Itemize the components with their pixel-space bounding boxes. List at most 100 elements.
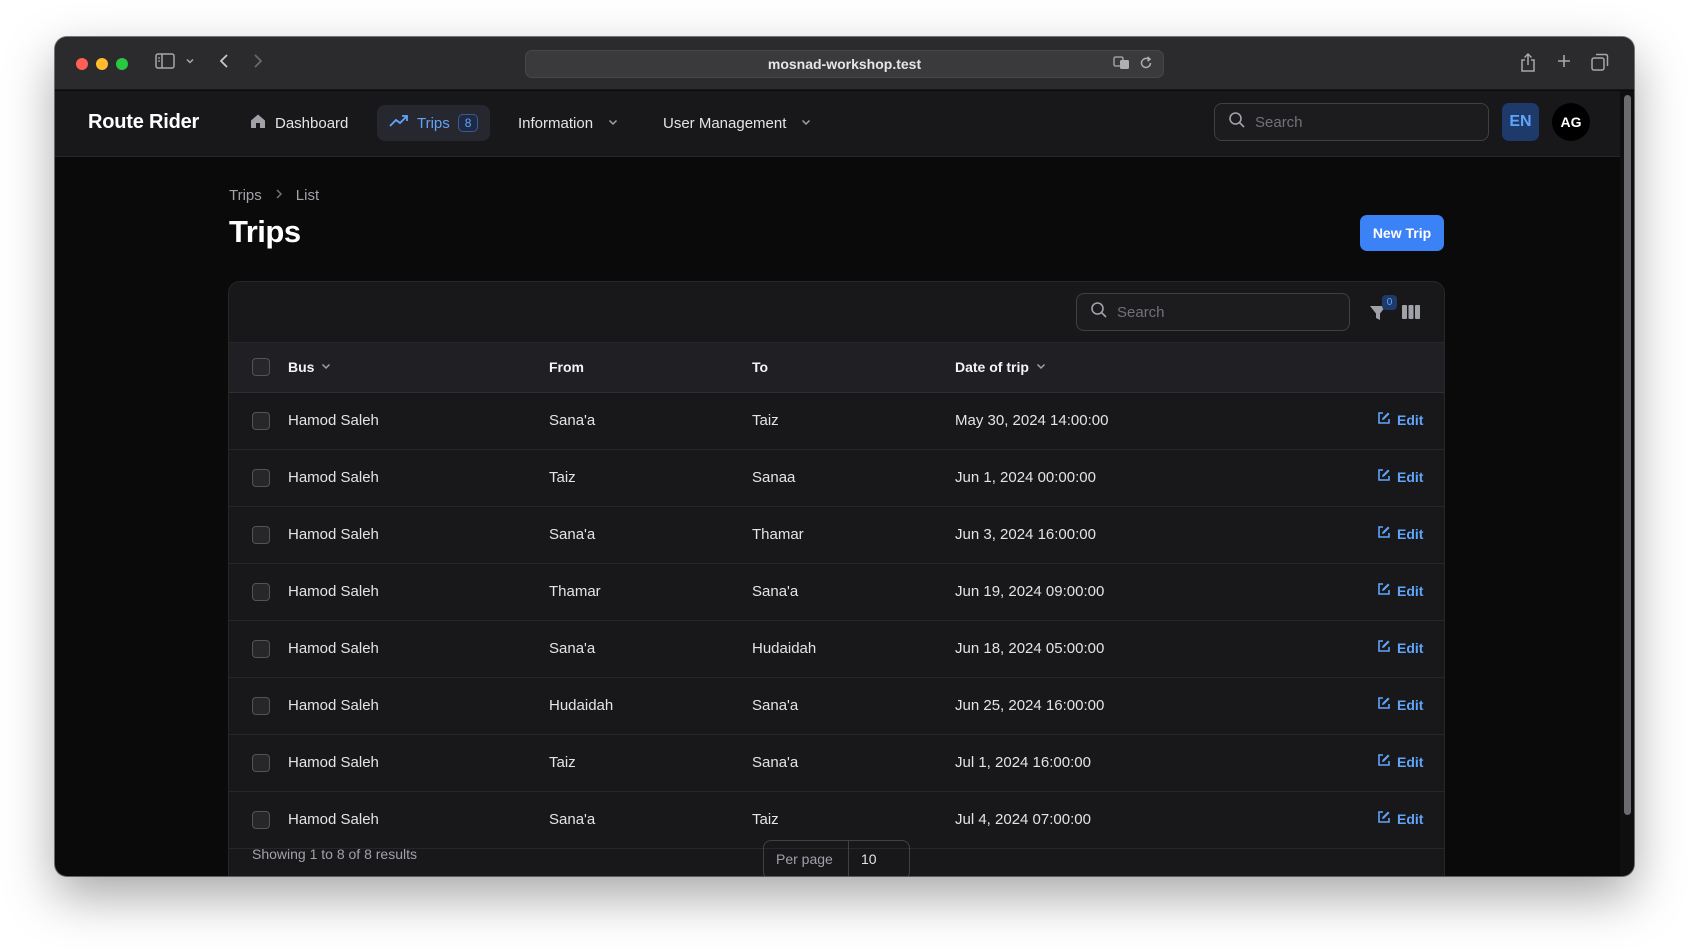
edit-icon [1377,582,1391,599]
edit-button[interactable]: Edit [1377,753,1423,770]
pagination-summary: Showing 1 to 8 of 8 results [252,846,417,862]
column-header-bus[interactable]: Bus [288,359,332,375]
chevron-down-icon [320,359,332,375]
cell-from: Hudaidah [549,697,614,714]
table-row[interactable]: Hamod Saleh Taiz Sana'a Jul 1, 2024 16:00:0… [229,735,1444,792]
row-checkbox[interactable] [252,526,270,544]
browser-titlebar: mosnad-workshop.test [55,37,1634,90]
tab-overview-icon[interactable] [1591,53,1609,71]
breadcrumb-trips[interactable]: Trips [229,187,262,204]
cell-from: Sana'a [549,640,596,657]
cell-date: Jul 4, 2024 07:00:00 [955,811,1091,828]
share-icon[interactable] [1520,53,1536,73]
cell-date: Jun 1, 2024 00:00:00 [955,469,1096,486]
cell-date: Jun 18, 2024 05:00:00 [955,640,1105,657]
cell-bus: Hamod Saleh [288,469,379,486]
breadcrumb: Trips List [229,187,319,204]
new-tab-icon[interactable] [1556,53,1572,69]
cell-to: Sana'a [752,754,799,771]
per-page-value: 10 [861,851,877,867]
edit-label: Edit [1397,525,1424,542]
address-bar[interactable]: mosnad-workshop.test [525,50,1164,78]
chevron-down-icon [800,115,812,132]
cell-bus: Hamod Saleh [288,526,379,543]
browser-window: mosnad-workshop.test Route Rider Dashboa… [55,37,1634,876]
chevron-right-icon [274,187,284,204]
table-row[interactable]: Hamod Saleh Hudaidah Sana'a Jun 25, 2024 16… [229,678,1444,735]
trips-table-card: Search 0 Bus From To Date of trip Hamod … [228,281,1445,876]
new-trip-button[interactable]: New Trip [1360,215,1444,251]
edit-label: Edit [1397,639,1424,656]
cell-bus: Hamod Saleh [288,697,379,714]
cell-date: May 30, 2024 14:00:00 [955,412,1109,429]
edit-icon [1377,639,1391,656]
chevron-down-icon[interactable] [185,56,195,66]
row-checkbox[interactable] [252,583,270,601]
edit-button[interactable]: Edit [1377,582,1423,599]
edit-icon [1377,810,1391,827]
edit-button[interactable]: Edit [1377,468,1423,485]
edit-button[interactable]: Edit [1377,696,1423,713]
select-all-checkbox[interactable] [252,358,270,376]
table-header: Bus From To Date of trip [229,343,1444,393]
chevron-down-icon [607,115,619,132]
row-checkbox[interactable] [252,412,270,430]
global-search-placeholder: Search [1255,113,1303,131]
edit-icon [1377,468,1391,485]
table-row[interactable]: Hamod Saleh Sana'a Thamar Jun 3, 2024 16:00… [229,507,1444,564]
language-switcher[interactable]: EN [1502,103,1539,141]
nav-user-management[interactable]: User Management [651,105,824,141]
page-scrollbar[interactable] [1620,91,1634,876]
search-icon [1228,111,1246,133]
edit-button[interactable]: Edit [1377,639,1423,656]
cell-from: Taiz [549,469,576,486]
column-header-date[interactable]: Date of trip [955,359,1047,375]
row-checkbox[interactable] [252,469,270,487]
cell-to: Sana'a [752,697,799,714]
column-header-date-label: Date of trip [955,359,1029,375]
table-row[interactable]: Hamod Saleh Sana'a Taiz May 30, 2024 14:00:… [229,393,1444,450]
cell-to: Sanaa [752,469,796,486]
nav-information-label: Information [518,114,594,132]
minimize-window-button[interactable] [96,58,108,70]
search-icon [1090,301,1108,323]
row-checkbox[interactable] [252,811,270,829]
cell-to: Thamar [752,526,804,543]
column-header-bus-label: Bus [288,359,315,375]
table-search-input[interactable]: Search [1076,293,1350,331]
back-icon[interactable] [218,53,230,69]
close-window-button[interactable] [76,58,88,70]
table-row[interactable]: Hamod Saleh Taiz Sanaa Jun 1, 2024 00:00:00… [229,450,1444,507]
edit-button[interactable]: Edit [1377,525,1423,542]
scrollbar-thumb[interactable] [1624,95,1631,815]
forward-icon[interactable] [252,53,264,69]
column-header-to: To [752,359,769,375]
nav-dashboard[interactable]: Dashboard [237,105,360,141]
page-title: Trips [229,214,301,249]
nav-information[interactable]: Information [506,105,631,141]
translate-icon[interactable] [1113,56,1131,73]
row-checkbox[interactable] [252,640,270,658]
table-row[interactable]: Hamod Saleh Thamar Sana'a Jun 19, 2024 09:0… [229,564,1444,621]
reload-icon[interactable] [1139,56,1153,73]
zoom-window-button[interactable] [116,58,128,70]
sidebar-toggle-icon[interactable] [155,53,175,69]
per-page-select[interactable]: Per page 10 [763,840,910,876]
user-avatar[interactable]: AG [1552,103,1590,141]
table-footer: Showing 1 to 8 of 8 results Per page 10 [229,830,1444,876]
edit-button[interactable]: Edit [1377,411,1423,428]
cell-from: Thamar [549,583,601,600]
table-row[interactable]: Hamod Saleh Sana'a Hudaidah Jun 18, 2024 05… [229,621,1444,678]
edit-label: Edit [1397,810,1424,827]
row-checkbox[interactable] [252,754,270,772]
columns-icon[interactable] [1402,304,1420,325]
brand-logo[interactable]: Route Rider [88,111,199,134]
cell-bus: Hamod Saleh [288,754,379,771]
nav-trips[interactable]: Trips 8 [377,105,491,141]
row-checkbox[interactable] [252,697,270,715]
edit-button[interactable]: Edit [1377,810,1423,827]
cell-date: Jun 3, 2024 16:00:00 [955,526,1096,543]
cell-date: Jun 19, 2024 09:00:00 [955,583,1105,600]
table-search-placeholder: Search [1117,303,1165,321]
global-search-input[interactable]: Search [1214,103,1489,141]
